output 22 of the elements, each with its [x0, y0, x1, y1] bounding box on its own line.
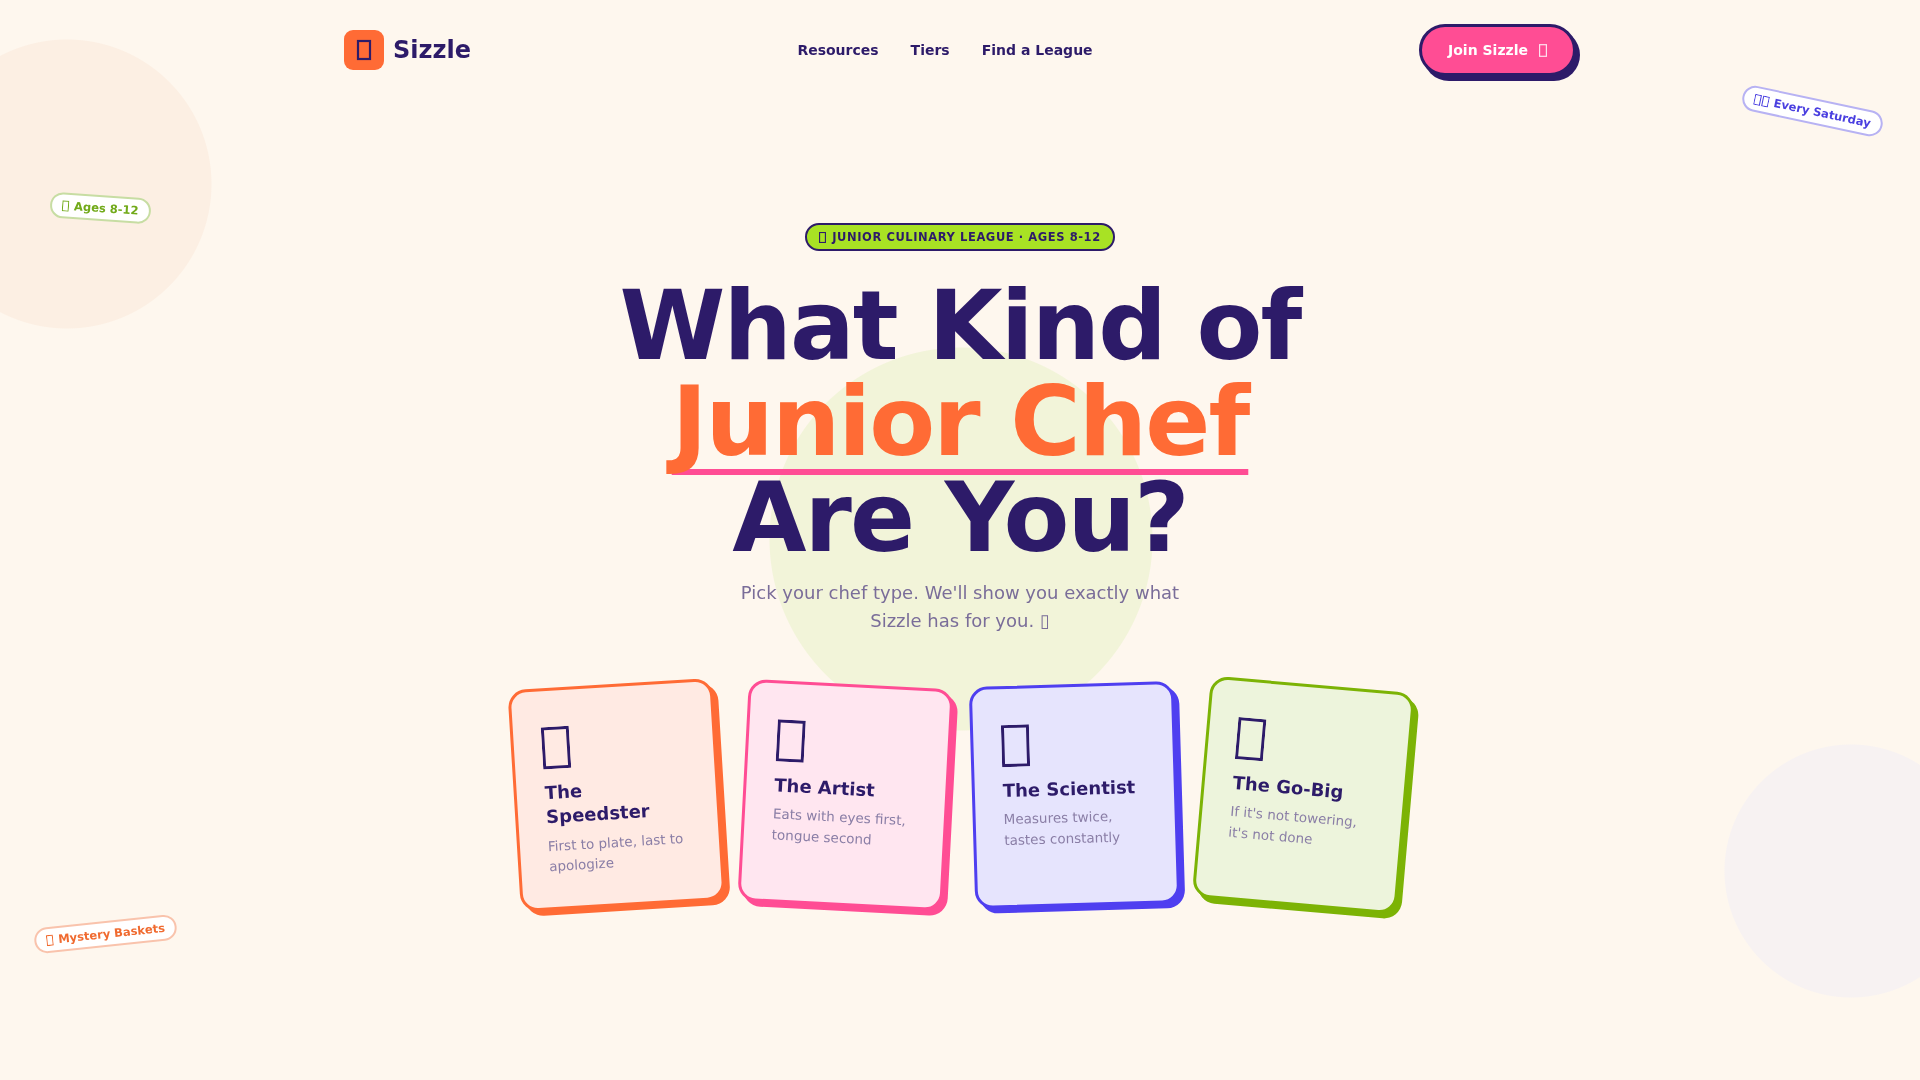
glyph-box-icon: [1000, 724, 1031, 768]
chef-type-card[interactable]: The Go-Big If it's not towering, it's not done: [1191, 675, 1416, 915]
chef-type-card[interactable]: The Speedster First to plate, last to apologize: [507, 677, 726, 913]
glyph-box-icon: [819, 231, 827, 243]
logo-icon: [344, 30, 384, 70]
badge-text: JUNIOR CULINARY LEAGUE · AGES 8-12: [832, 230, 1101, 244]
glyph-box-icon: [1753, 93, 1771, 108]
glyph-box-icon: [1539, 43, 1547, 57]
hero-subtitle: Pick your chef type. We'll show you exactly what Sizzle has for you. ▯: [739, 581, 1181, 633]
glyph-box-icon: [61, 199, 70, 212]
glyph-box-icon: [775, 719, 806, 763]
nav-link[interactable]: Find a League: [981, 42, 1093, 58]
glyph-box-icon: [540, 725, 572, 770]
tag-text: Ages 8-12: [73, 199, 139, 218]
tag-text: Mystery Baskets: [57, 920, 166, 946]
nav-link[interactable]: Resources: [797, 42, 879, 58]
glyph-box-icon: [1234, 717, 1267, 762]
glyph-box-icon: [45, 934, 54, 946]
chef-type-card[interactable]: The Artist Eats with eyes first, tongue second: [737, 678, 954, 912]
brand-name[interactable]: Sizzle: [393, 36, 471, 64]
hero-heading: What Kind of Junior Chef Are You?: [619, 278, 1301, 566]
nav-link[interactable]: Tiers: [910, 42, 950, 58]
